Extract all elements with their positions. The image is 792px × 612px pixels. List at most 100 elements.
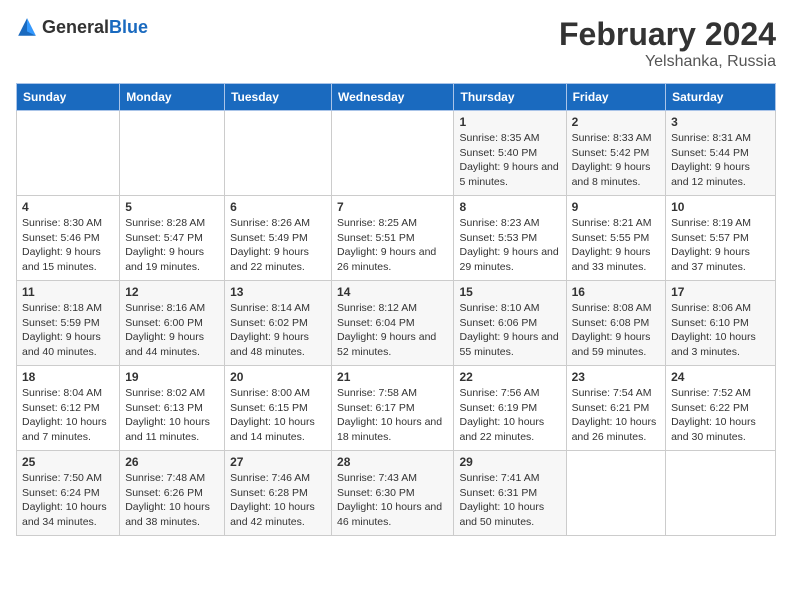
calendar-cell: 27 Sunrise: 7:46 AM Sunset: 6:28 PM Dayli… [225, 451, 332, 536]
logo-text-general: General [42, 17, 109, 37]
day-number: 12 [125, 285, 219, 299]
day-info: Sunrise: 8:28 AM Sunset: 5:47 PM Dayligh… [125, 216, 219, 275]
header: GeneralBlue February 2024 Yelshanka, Rus… [16, 16, 776, 71]
calendar-cell: 16 Sunrise: 8:08 AM Sunset: 6:08 PM Dayli… [566, 281, 665, 366]
day-info: Sunrise: 7:48 AM Sunset: 6:26 PM Dayligh… [125, 471, 219, 530]
calendar-cell: 21 Sunrise: 7:58 AM Sunset: 6:17 PM Dayli… [332, 366, 454, 451]
header-cell-thursday: Thursday [454, 84, 566, 111]
day-number: 15 [459, 285, 560, 299]
day-info: Sunrise: 7:56 AM Sunset: 6:19 PM Dayligh… [459, 386, 560, 445]
day-info: Sunrise: 8:19 AM Sunset: 5:57 PM Dayligh… [671, 216, 770, 275]
logo-icon [16, 16, 38, 38]
calendar-cell: 15 Sunrise: 8:10 AM Sunset: 6:06 PM Dayli… [454, 281, 566, 366]
day-number: 1 [459, 115, 560, 129]
calendar-cell: 29 Sunrise: 7:41 AM Sunset: 6:31 PM Dayli… [454, 451, 566, 536]
header-cell-saturday: Saturday [666, 84, 776, 111]
day-info: Sunrise: 8:04 AM Sunset: 6:12 PM Dayligh… [22, 386, 114, 445]
week-row: 1Sunrise: 8:35 AM Sunset: 5:40 PM Daylig… [17, 111, 776, 196]
calendar-cell: 11 Sunrise: 8:18 AM Sunset: 5:59 PM Dayli… [17, 281, 120, 366]
day-info: Sunrise: 8:16 AM Sunset: 6:00 PM Dayligh… [125, 301, 219, 360]
day-number: 29 [459, 455, 560, 469]
day-info: Sunrise: 8:31 AM Sunset: 5:44 PM Dayligh… [671, 131, 770, 190]
day-number: 27 [230, 455, 326, 469]
calendar-title: February 2024 [559, 16, 776, 53]
calendar-cell [332, 111, 454, 196]
calendar-cell [666, 451, 776, 536]
day-info: Sunrise: 7:41 AM Sunset: 6:31 PM Dayligh… [459, 471, 560, 530]
calendar-cell: 19 Sunrise: 8:02 AM Sunset: 6:13 PM Dayli… [120, 366, 225, 451]
calendar-cell: 5 Sunrise: 8:28 AM Sunset: 5:47 PM Daylig… [120, 196, 225, 281]
title-area: February 2024 Yelshanka, Russia [559, 16, 776, 71]
day-number: 3 [671, 115, 770, 129]
header-cell-tuesday: Tuesday [225, 84, 332, 111]
day-number: 9 [572, 200, 660, 214]
header-cell-wednesday: Wednesday [332, 84, 454, 111]
day-info: Sunrise: 8:02 AM Sunset: 6:13 PM Dayligh… [125, 386, 219, 445]
day-info: Sunrise: 8:23 AM Sunset: 5:53 PM Dayligh… [459, 216, 560, 275]
day-number: 11 [22, 285, 114, 299]
calendar-cell: 6 Sunrise: 8:26 AM Sunset: 5:49 PM Daylig… [225, 196, 332, 281]
calendar-body: 1Sunrise: 8:35 AM Sunset: 5:40 PM Daylig… [17, 111, 776, 536]
calendar-cell [17, 111, 120, 196]
calendar-cell: 9Sunrise: 8:21 AM Sunset: 5:55 PM Daylig… [566, 196, 665, 281]
calendar-cell: 13 Sunrise: 8:14 AM Sunset: 6:02 PM Dayli… [225, 281, 332, 366]
day-number: 17 [671, 285, 770, 299]
day-number: 18 [22, 370, 114, 384]
logo: GeneralBlue [16, 16, 148, 38]
day-info: Sunrise: 7:52 AM Sunset: 6:22 PM Dayligh… [671, 386, 770, 445]
calendar-cell: 1Sunrise: 8:35 AM Sunset: 5:40 PM Daylig… [454, 111, 566, 196]
day-number: 20 [230, 370, 326, 384]
day-info: Sunrise: 8:33 AM Sunset: 5:42 PM Dayligh… [572, 131, 660, 190]
calendar-cell: 14Sunrise: 8:12 AM Sunset: 6:04 PM Dayli… [332, 281, 454, 366]
calendar-cell [120, 111, 225, 196]
day-info: Sunrise: 8:14 AM Sunset: 6:02 PM Dayligh… [230, 301, 326, 360]
week-row: 11 Sunrise: 8:18 AM Sunset: 5:59 PM Dayli… [17, 281, 776, 366]
calendar-cell: 25 Sunrise: 7:50 AM Sunset: 6:24 PM Dayli… [17, 451, 120, 536]
calendar-cell: 24 Sunrise: 7:52 AM Sunset: 6:22 PM Dayli… [666, 366, 776, 451]
calendar-cell: 18 Sunrise: 8:04 AM Sunset: 6:12 PM Dayli… [17, 366, 120, 451]
header-cell-sunday: Sunday [17, 84, 120, 111]
day-number: 4 [22, 200, 114, 214]
calendar-cell: 4 Sunrise: 8:30 AM Sunset: 5:46 PM Daylig… [17, 196, 120, 281]
day-info: Sunrise: 7:46 AM Sunset: 6:28 PM Dayligh… [230, 471, 326, 530]
calendar-cell: 28Sunrise: 7:43 AM Sunset: 6:30 PM Dayli… [332, 451, 454, 536]
day-number: 6 [230, 200, 326, 214]
day-number: 19 [125, 370, 219, 384]
day-number: 2 [572, 115, 660, 129]
calendar-cell: 3 Sunrise: 8:31 AM Sunset: 5:44 PM Daylig… [666, 111, 776, 196]
calendar-cell: 23Sunrise: 7:54 AM Sunset: 6:21 PM Dayli… [566, 366, 665, 451]
day-info: Sunrise: 7:50 AM Sunset: 6:24 PM Dayligh… [22, 471, 114, 530]
header-cell-friday: Friday [566, 84, 665, 111]
calendar-subtitle: Yelshanka, Russia [559, 53, 776, 71]
day-info: Sunrise: 8:25 AM Sunset: 5:51 PM Dayligh… [337, 216, 448, 275]
day-info: Sunrise: 8:26 AM Sunset: 5:49 PM Dayligh… [230, 216, 326, 275]
day-number: 24 [671, 370, 770, 384]
calendar-cell: 8Sunrise: 8:23 AM Sunset: 5:53 PM Daylig… [454, 196, 566, 281]
day-number: 25 [22, 455, 114, 469]
day-number: 14 [337, 285, 448, 299]
header-cell-monday: Monday [120, 84, 225, 111]
day-number: 13 [230, 285, 326, 299]
day-number: 16 [572, 285, 660, 299]
day-number: 28 [337, 455, 448, 469]
calendar-cell: 26 Sunrise: 7:48 AM Sunset: 6:26 PM Dayli… [120, 451, 225, 536]
calendar-table: SundayMondayTuesdayWednesdayThursdayFrid… [16, 83, 776, 536]
day-number: 5 [125, 200, 219, 214]
day-number: 22 [459, 370, 560, 384]
day-info: Sunrise: 8:00 AM Sunset: 6:15 PM Dayligh… [230, 386, 326, 445]
day-number: 26 [125, 455, 219, 469]
day-number: 21 [337, 370, 448, 384]
calendar-cell: 10Sunrise: 8:19 AM Sunset: 5:57 PM Dayli… [666, 196, 776, 281]
week-row: 25 Sunrise: 7:50 AM Sunset: 6:24 PM Dayli… [17, 451, 776, 536]
day-number: 23 [572, 370, 660, 384]
day-info: Sunrise: 7:58 AM Sunset: 6:17 PM Dayligh… [337, 386, 448, 445]
day-info: Sunrise: 8:08 AM Sunset: 6:08 PM Dayligh… [572, 301, 660, 360]
calendar-cell: 22 Sunrise: 7:56 AM Sunset: 6:19 PM Dayli… [454, 366, 566, 451]
day-info: Sunrise: 8:10 AM Sunset: 6:06 PM Dayligh… [459, 301, 560, 360]
calendar-header: SundayMondayTuesdayWednesdayThursdayFrid… [17, 84, 776, 111]
day-info: Sunrise: 8:18 AM Sunset: 5:59 PM Dayligh… [22, 301, 114, 360]
day-info: Sunrise: 8:30 AM Sunset: 5:46 PM Dayligh… [22, 216, 114, 275]
calendar-cell [566, 451, 665, 536]
day-number: 7 [337, 200, 448, 214]
calendar-cell: 2 Sunrise: 8:33 AM Sunset: 5:42 PM Daylig… [566, 111, 665, 196]
